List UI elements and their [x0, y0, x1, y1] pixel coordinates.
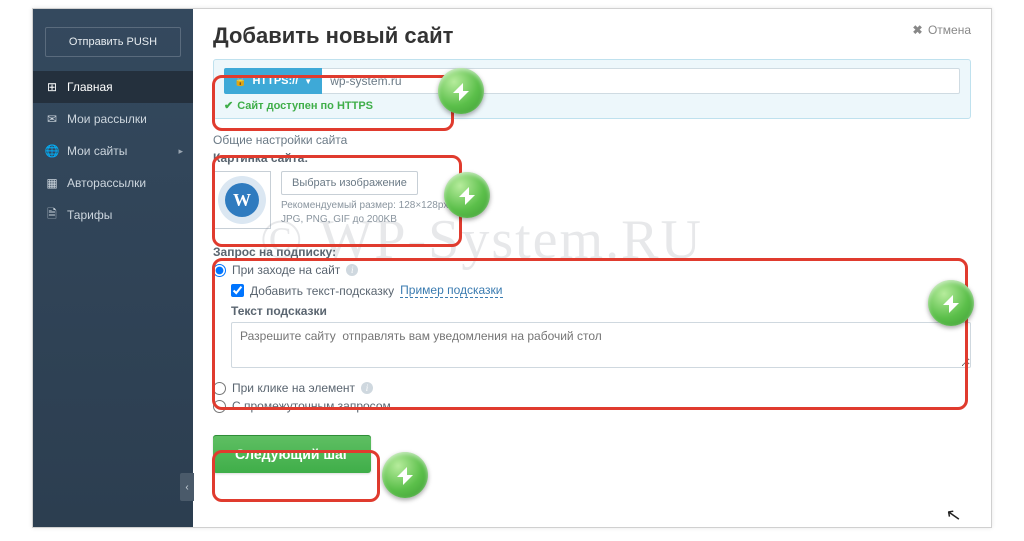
- list-icon: ▦: [45, 176, 59, 190]
- main-content: Добавить новый сайт ✖ Отмена 🔒 HTTPS:// …: [193, 9, 991, 527]
- close-icon: ✖: [913, 23, 923, 37]
- sidebar-item-automail[interactable]: ▦ Авторассылки: [33, 167, 193, 199]
- opt-on-click-label: При клике на элемент: [232, 381, 355, 395]
- sidebar-item-label: Главная: [67, 80, 113, 94]
- sidebar-item-mailings[interactable]: ✉ Мои рассылки: [33, 103, 193, 135]
- app-frame: Отправить PUSH ⊞ Главная ✉ Мои рассылки …: [32, 8, 992, 528]
- general-section-title: Общие настройки сайта: [213, 133, 971, 147]
- check-icon: ✔: [224, 99, 233, 112]
- sidebar: Отправить PUSH ⊞ Главная ✉ Мои рассылки …: [33, 9, 193, 527]
- opt-intermediate-radio[interactable]: [213, 400, 226, 413]
- hint-example-link[interactable]: Пример подсказки: [400, 283, 502, 298]
- sidebar-item-label: Тарифы: [67, 208, 112, 222]
- sidebar-item-tariffs[interactable]: 🗎 Тарифы: [33, 199, 193, 231]
- sidebar-item-label: Мои сайты: [67, 144, 127, 158]
- send-push-button[interactable]: Отправить PUSH: [45, 27, 181, 57]
- collapse-sidebar-button[interactable]: ‹: [180, 473, 194, 501]
- site-image-block: W Выбрать изображение Рекомендуемый разм…: [213, 167, 971, 235]
- subscribe-section-title: Запрос на подписку:: [213, 245, 971, 259]
- cancel-button[interactable]: ✖ Отмена: [913, 23, 971, 37]
- image-size-hint: Рекомендуемый размер: 128×128px: [281, 199, 448, 213]
- globe-icon: 🌐: [45, 144, 59, 158]
- info-icon[interactable]: i: [361, 382, 373, 394]
- add-hint-label: Добавить текст-подсказку: [250, 284, 394, 298]
- hint-text-label: Текст подсказки: [231, 304, 971, 318]
- next-step-button[interactable]: Следующий шаг: [213, 435, 371, 473]
- choose-image-button[interactable]: Выбрать изображение: [281, 171, 418, 195]
- home-icon: ⊞: [45, 80, 59, 94]
- hint-text-textarea[interactable]: [231, 322, 971, 368]
- opt-on-click-radio[interactable]: [213, 382, 226, 395]
- opt-intermediate[interactable]: С промежуточным запросом: [213, 399, 971, 413]
- opt-on-visit-label: При заходе на сайт: [232, 263, 340, 277]
- chevron-left-icon: ‹: [185, 482, 188, 493]
- header: Добавить новый сайт ✖ Отмена: [213, 23, 971, 49]
- sidebar-item-label: Мои рассылки: [67, 112, 147, 126]
- https-status: ✔ Сайт доступен по HTTPS: [224, 99, 960, 112]
- lock-icon: 🔒: [234, 76, 246, 87]
- doc-icon: 🗎: [45, 208, 59, 222]
- site-url-input[interactable]: [322, 68, 960, 94]
- page-title: Добавить новый сайт: [213, 23, 453, 49]
- url-panel: 🔒 HTTPS:// ▼ ✔ Сайт доступен по HTTPS: [213, 59, 971, 119]
- sidebar-item-sites[interactable]: 🌐 Мои сайты ▸: [33, 135, 193, 167]
- opt-intermediate-label: С промежуточным запросом: [232, 399, 391, 413]
- protocol-label: HTTPS://: [252, 75, 298, 87]
- wordpress-icon: W: [225, 183, 259, 217]
- sidebar-item-label: Авторассылки: [67, 176, 146, 190]
- chevron-right-icon: ▸: [178, 146, 183, 157]
- cancel-label: Отмена: [928, 23, 971, 37]
- site-image-thumbnail[interactable]: W: [213, 171, 271, 229]
- https-status-text: Сайт доступен по HTTPS: [237, 100, 373, 112]
- site-image-label: Картинка сайта:: [213, 151, 971, 165]
- add-hint-checkbox[interactable]: [231, 284, 244, 297]
- opt-on-visit-radio[interactable]: [213, 264, 226, 277]
- opt-on-click[interactable]: При клике на элемент i: [213, 381, 971, 395]
- info-icon[interactable]: i: [346, 264, 358, 276]
- image-format-hint: JPG, PNG, GIF до 200KB: [281, 213, 448, 227]
- chevron-down-icon: ▼: [304, 77, 312, 86]
- opt-on-visit[interactable]: При заходе на сайт i: [213, 263, 971, 277]
- sidebar-item-home[interactable]: ⊞ Главная: [33, 71, 193, 103]
- mail-icon: ✉: [45, 112, 59, 126]
- add-hint-checkbox-row[interactable]: Добавить текст-подсказку Пример подсказк…: [231, 283, 971, 298]
- protocol-dropdown[interactable]: 🔒 HTTPS:// ▼: [224, 68, 322, 94]
